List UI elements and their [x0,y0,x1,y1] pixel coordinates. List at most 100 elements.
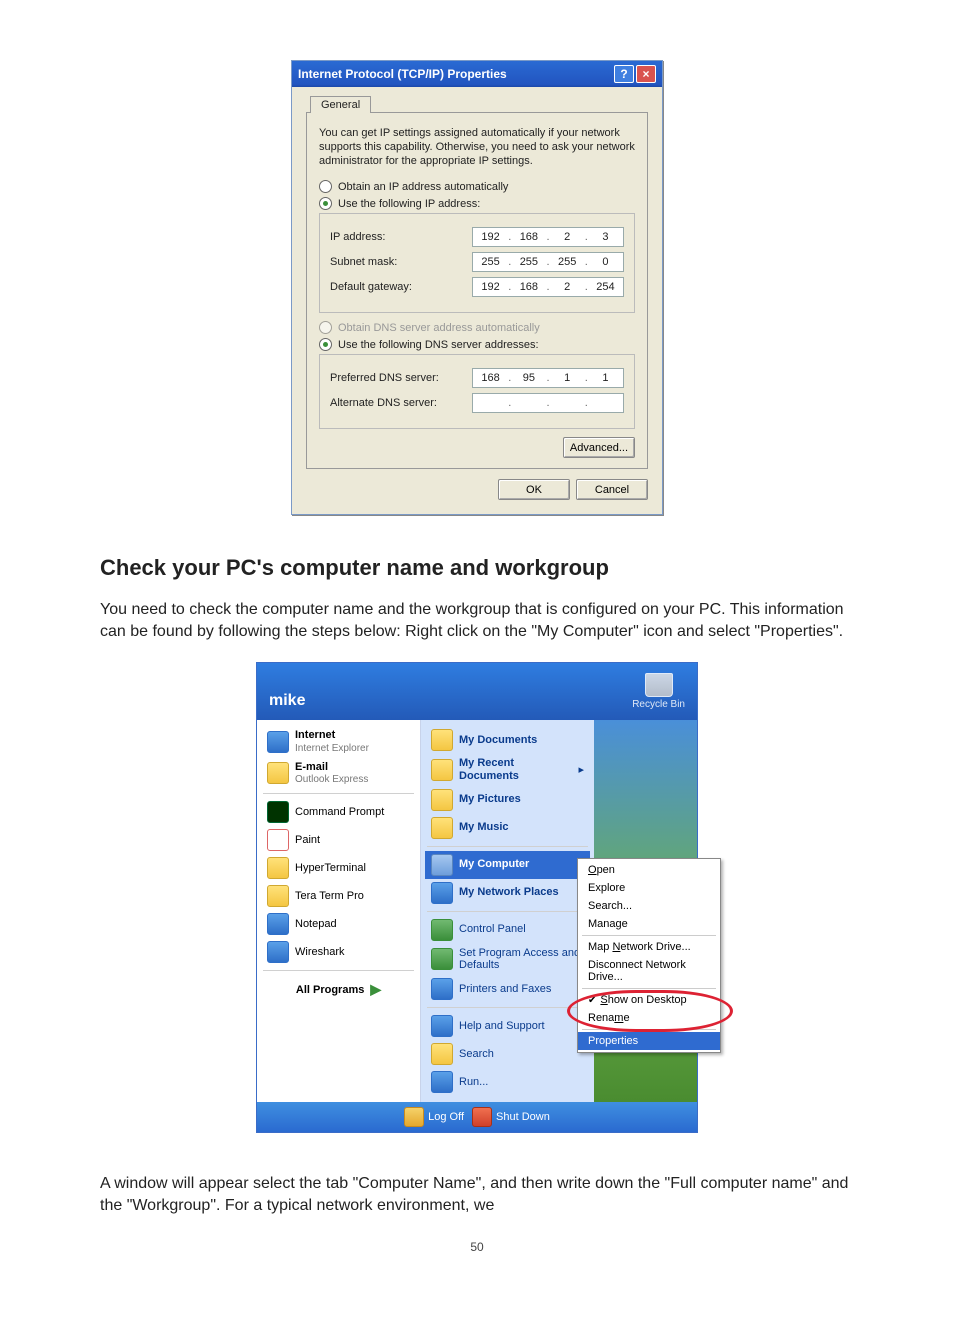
logoff-icon [404,1107,424,1127]
ctx-explore[interactable]: Explore [578,879,720,897]
page-number: 50 [100,1240,854,1254]
ip-address-label: IP address: [330,231,472,243]
hyperterminal-icon [267,857,289,879]
shutdown-button[interactable]: Shut Down [472,1107,550,1127]
tab-general[interactable]: General [310,96,371,113]
my-computer[interactable]: My Computer [425,851,590,879]
network-icon [431,882,453,904]
recent-teraterm[interactable]: Tera Term Pro [261,882,416,910]
tcpip-dialog: Internet Protocol (TCP/IP) Properties ? … [291,60,663,515]
notepad-icon [267,913,289,935]
my-network-places[interactable]: My Network Places [425,879,590,907]
paragraph-2: A window will appear select the tab "Com… [100,1173,854,1216]
alt-dns-label: Alternate DNS server: [330,397,472,409]
folder-icon [431,759,453,781]
tcpip-dialog-figure: Internet Protocol (TCP/IP) Properties ? … [100,60,854,515]
folder-icon [431,789,453,811]
wireshark-icon [267,941,289,963]
printer-icon [431,978,453,1000]
search-icon [431,1043,453,1065]
chevron-right-icon: ▸ [578,764,584,777]
start-menu-footer: Log Off Shut Down [257,1102,697,1132]
recent-paint[interactable]: Paint [261,826,416,854]
start-menu-header: mike Recycle Bin [257,663,697,720]
dns-fieldset: Preferred DNS server: 168. 95. 1. 1 Alte… [319,354,635,429]
radio-auto-ip-label: Obtain an IP address automatically [338,181,508,193]
ctx-map-drive[interactable]: Map Network Drive... [578,938,720,956]
my-recent-documents[interactable]: My Recent Documents▸ [425,754,590,785]
paragraph-1: You need to check the computer name and … [100,599,854,642]
ip-address-input[interactable]: 192. 168. 2. 3 [472,227,624,247]
ctx-show-desktop[interactable]: Show on Desktop [578,991,720,1009]
teraterm-icon [267,885,289,907]
computer-icon [431,854,453,876]
my-music[interactable]: My Music [425,814,590,842]
ctx-properties[interactable]: Properties [578,1032,720,1050]
alt-dns-input[interactable]: . . . [472,393,624,413]
recent-wireshark[interactable]: Wireshark [261,938,416,966]
cancel-button[interactable]: Cancel [576,479,648,500]
subnet-input[interactable]: 255. 255. 255. 0 [472,252,624,272]
ip-fieldset: IP address: 192. 168. 2. 3 Subnet mask: … [319,213,635,313]
my-documents[interactable]: My Documents [425,726,590,754]
ctx-disconnect-drive[interactable]: Disconnect Network Drive... [578,956,720,986]
recent-command-prompt[interactable]: Command Prompt [261,798,416,826]
recent-hyperterminal[interactable]: HyperTerminal [261,854,416,882]
my-pictures[interactable]: My Pictures [425,786,590,814]
help-icon [431,1015,453,1037]
start-menu-user: mike [269,692,305,710]
help-support[interactable]: Help and Support [425,1012,590,1040]
radio-auto-dns [319,321,332,334]
all-programs[interactable]: All Programs▶ [261,975,416,1004]
paint-icon [267,829,289,851]
printers-faxes[interactable]: Printers and Faxes [425,975,590,1003]
control-panel-icon [431,919,453,941]
pref-dns-label: Preferred DNS server: [330,372,472,384]
control-panel[interactable]: Control Panel [425,916,590,944]
radio-auto-ip[interactable] [319,180,332,193]
subnet-label: Subnet mask: [330,256,472,268]
recycle-bin-icon[interactable]: Recycle Bin [632,673,685,710]
set-program-access[interactable]: Set Program Access and Defaults [425,944,590,975]
advanced-button[interactable]: Advanced... [563,437,635,458]
help-icon[interactable]: ? [614,65,634,83]
close-icon[interactable]: × [636,65,656,83]
folder-icon [431,729,453,751]
program-access-icon [431,948,453,970]
dialog-titlebar: Internet Protocol (TCP/IP) Properties ? … [292,61,662,87]
radio-manual-ip[interactable] [319,197,332,210]
email-icon [267,762,289,784]
dialog-title: Internet Protocol (TCP/IP) Properties [298,67,507,81]
cmd-icon [267,801,289,823]
pref-dns-input[interactable]: 168. 95. 1. 1 [472,368,624,388]
logoff-button[interactable]: Log Off [404,1107,464,1127]
start-menu: mike Recycle Bin InternetInternet Explor… [256,662,698,1133]
pinned-internet[interactable]: InternetInternet Explorer [261,726,416,757]
dialog-intro-text: You can get IP settings assigned automat… [319,127,635,168]
ctx-search[interactable]: Search... [578,897,720,915]
run-icon [431,1071,453,1093]
search[interactable]: Search [425,1040,590,1068]
gateway-label: Default gateway: [330,281,472,293]
radio-manual-dns-label: Use the following DNS server addresses: [338,339,539,351]
recent-notepad[interactable]: Notepad [261,910,416,938]
folder-icon [431,817,453,839]
radio-auto-dns-label: Obtain DNS server address automatically [338,322,540,334]
start-menu-right-column: My Documents My Recent Documents▸ My Pic… [421,720,594,1102]
gateway-input[interactable]: 192. 168. 2. 254 [472,277,624,297]
internet-icon [267,731,289,753]
ctx-manage[interactable]: Manage [578,915,720,933]
chevron-right-icon: ▶ [370,981,381,998]
start-menu-left-column: InternetInternet Explorer E-mailOutlook … [257,720,421,1102]
shutdown-icon [472,1107,492,1127]
ctx-open[interactable]: Open [578,861,720,879]
run[interactable]: Run... [425,1068,590,1096]
radio-manual-ip-label: Use the following IP address: [338,198,480,210]
ctx-rename[interactable]: Rename [578,1009,720,1027]
pinned-email[interactable]: E-mailOutlook Express [261,758,416,789]
radio-manual-dns[interactable] [319,338,332,351]
ok-button[interactable]: OK [498,479,570,500]
start-menu-figure: mike Recycle Bin InternetInternet Explor… [100,662,854,1133]
context-menu: Open Explore Search... Manage Map Networ… [577,858,721,1053]
section-heading: Check your PC's computer name and workgr… [100,555,854,581]
